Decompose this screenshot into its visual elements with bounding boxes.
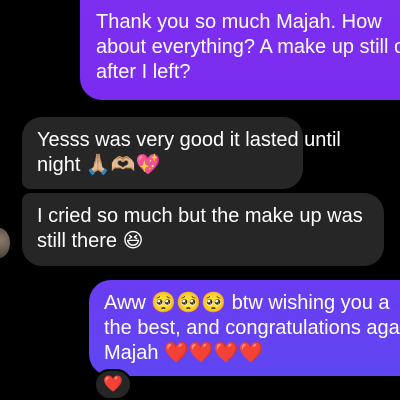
sent-message-bubble[interactable]: Aww 🥺🥺🥺 btw wishing you a the best, and … [89, 280, 400, 376]
heart-reaction[interactable]: ❤️ [94, 369, 132, 400]
message-line: still there 😆 [37, 230, 144, 252]
message-line: the best, and congratulations aga [104, 317, 400, 339]
sender-avatar[interactable] [0, 228, 10, 258]
message-line: about everything? A make up still o [96, 36, 400, 58]
message-line: I cried so much but the make up was [37, 205, 363, 227]
message-line: Majah ❤️❤️❤️❤️ [104, 342, 264, 364]
chat-screen: Thank you so much Majah. How about every… [0, 0, 400, 400]
message-line: night 🙏🏼🫶🏼💖 [37, 154, 161, 176]
message-line: after I left? [96, 61, 191, 83]
message-line: Yesss was very good it lasted until [37, 129, 341, 151]
message-line: Thank you so much Majah. How [96, 11, 382, 33]
received-message-bubble[interactable]: I cried so much but the make up was stil… [22, 193, 384, 266]
heart-reaction-icon: ❤️ [103, 375, 123, 393]
message-line: Aww 🥺🥺🥺 btw wishing you a [104, 292, 390, 314]
received-message-bubble[interactable]: Yesss was very good it lasted until nigh… [22, 117, 341, 189]
sent-message-bubble[interactable]: Thank you so much Majah. How about every… [80, 0, 400, 100]
